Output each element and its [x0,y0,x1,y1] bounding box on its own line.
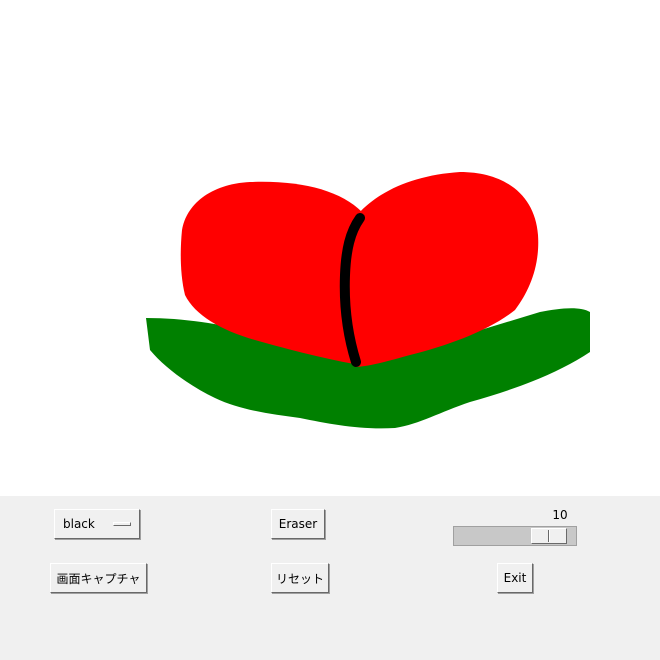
drawing-canvas[interactable] [0,0,660,496]
pen-size-slider-handle[interactable] [531,528,567,544]
canvas-svg[interactable] [0,0,660,496]
paint-app-window: black Eraser 10 画面キャプチャ リセット Exit [0,0,660,660]
color-menu-value: black [63,517,95,531]
screen-capture-button[interactable]: 画面キャプチャ [50,563,147,593]
pen-size-slider[interactable] [453,526,577,546]
color-option-menu[interactable]: black [54,509,140,539]
dropdown-indicator-icon [113,522,131,526]
control-panel: black Eraser 10 画面キャプチャ リセット Exit [0,496,660,660]
reset-button[interactable]: リセット [271,563,329,593]
pen-size-value: 10 [552,508,568,522]
exit-button[interactable]: Exit [497,563,533,593]
eraser-button[interactable]: Eraser [271,509,325,539]
slider-grip-icon [548,530,549,542]
